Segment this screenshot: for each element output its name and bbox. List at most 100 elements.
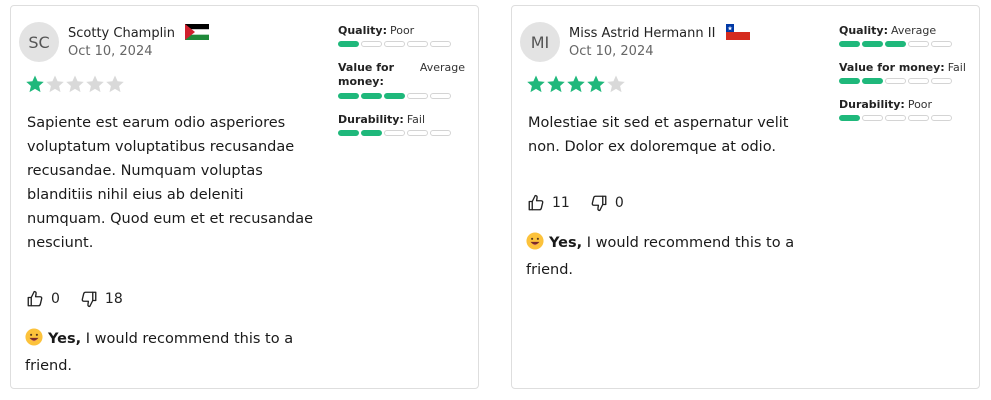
dislike-button[interactable]: 0: [590, 194, 624, 212]
star-filled-icon: [587, 75, 605, 93]
rating-segment-empty: [885, 115, 906, 121]
rating-segment-empty: [908, 41, 929, 47]
rating-value-for-money: Value for money: Average: [338, 61, 465, 99]
recommendation: Yes, I would recommend this to a friend.: [25, 327, 325, 378]
rating-quality: Quality: Poor: [338, 24, 465, 47]
rating-segment-filled: [338, 130, 359, 136]
smiling-emoji-icon: [526, 232, 544, 258]
recommendation: Yes, I would recommend this to a friend.: [526, 231, 826, 282]
rating-segment-filled: [862, 78, 883, 84]
rating-segment-empty: [361, 41, 382, 47]
attribute-ratings: Quality: Average Value for money: Fail D…: [839, 24, 966, 135]
star-filled-icon: [527, 75, 545, 93]
rating-segment-empty: [430, 130, 451, 136]
dislike-count: 18: [104, 291, 123, 307]
rating-segment-empty: [931, 41, 952, 47]
rating-segment-filled: [885, 41, 906, 47]
avatar: SC: [19, 22, 59, 62]
recommend-yes: Yes,: [549, 235, 583, 251]
rating-label: Durability:: [338, 113, 404, 126]
star-empty-icon: [86, 75, 104, 93]
review-card: SC Scotty Champlin Oct 10, 2024 Sapiente…: [10, 5, 479, 389]
rating-segment-empty: [931, 78, 952, 84]
dislike-button[interactable]: 18: [80, 290, 123, 308]
rating-segment-empty: [407, 41, 428, 47]
rating-segment-empty: [931, 115, 952, 121]
rating-segment-empty: [430, 93, 451, 99]
rating-segment-empty: [407, 93, 428, 99]
vote-bar: 0 18: [26, 290, 143, 308]
rating-bar: [338, 41, 465, 47]
avatar: MI: [520, 22, 560, 62]
like-count: 0: [51, 291, 60, 307]
thumbs-down-icon: [591, 195, 607, 212]
reviewer-name-text: Miss Astrid Hermann II: [569, 26, 716, 41]
rating-segment-filled: [338, 93, 359, 99]
rating-value: Average: [890, 24, 937, 37]
reviewer-name: Miss Astrid Hermann II: [569, 24, 750, 44]
review-date: Oct 10, 2024: [68, 44, 153, 59]
rating-segment-filled: [839, 41, 860, 47]
rating-segment-filled: [361, 130, 382, 136]
rating-segment-filled: [862, 41, 883, 47]
rating-durability: Durability: Fail: [338, 113, 465, 136]
rating-segment-filled: [839, 115, 860, 121]
star-filled-icon: [547, 75, 565, 93]
star-rating: [526, 74, 626, 94]
rating-label: Value for money:: [839, 61, 945, 74]
star-rating: [25, 74, 125, 94]
vote-bar: 11 0: [527, 194, 644, 212]
rating-segment-empty: [862, 115, 883, 121]
rating-bar: [338, 130, 465, 136]
rating-value: Fail: [406, 113, 425, 126]
review-body: Molestiae sit sed et aspernatur velit no…: [528, 115, 789, 155]
rating-segment-empty: [384, 41, 405, 47]
star-empty-icon: [106, 75, 124, 93]
rating-label: Durability:: [839, 98, 905, 111]
rating-segment-empty: [908, 78, 929, 84]
star-empty-icon: [607, 75, 625, 93]
palestine-flag-icon: [185, 24, 210, 44]
like-button[interactable]: 11: [527, 194, 570, 212]
rating-bar: [839, 41, 966, 47]
rating-segment-filled: [384, 93, 405, 99]
star-empty-icon: [66, 75, 84, 93]
rating-value: Poor: [389, 24, 415, 37]
recommend-yes: Yes,: [48, 331, 82, 347]
rating-segment-empty: [407, 130, 428, 136]
rating-bar: [839, 78, 966, 84]
attribute-ratings: Quality: Poor Value for money: Average D…: [338, 24, 465, 150]
rating-quality: Quality: Average: [839, 24, 966, 47]
rating-segment-empty: [430, 41, 451, 47]
reviewer-name: Scotty Champlin: [68, 24, 210, 44]
rating-value: Poor: [907, 98, 933, 111]
rating-bar: [338, 93, 465, 99]
thumbs-down-icon: [81, 291, 97, 308]
rating-value: Fail: [947, 61, 966, 74]
star-filled-icon: [26, 75, 44, 93]
review-body: Sapiente est earum odio asperiores volup…: [27, 115, 314, 251]
rating-label: Quality:: [839, 24, 888, 37]
review-date: Oct 10, 2024: [569, 44, 654, 59]
chile-flag-icon: [725, 24, 750, 44]
rating-segment-filled: [338, 41, 359, 47]
smiling-emoji-icon: [25, 328, 43, 354]
rating-segment-empty: [384, 130, 405, 136]
star-empty-icon: [46, 75, 64, 93]
rating-label: Quality:: [338, 24, 387, 37]
thumbs-up-icon: [528, 194, 544, 211]
rating-label: Value for money:: [338, 61, 394, 88]
rating-value-for-money: Value for money: Fail: [839, 61, 966, 84]
rating-value: Average: [419, 61, 465, 74]
star-filled-icon: [567, 75, 585, 93]
rating-segment-empty: [908, 115, 929, 121]
rating-segment-empty: [885, 78, 906, 84]
rating-segment-filled: [361, 93, 382, 99]
rating-durability: Durability: Poor: [839, 98, 966, 121]
rating-segment-filled: [839, 78, 860, 84]
review-card: MI Miss Astrid Hermann II Oct 10, 2024 M…: [511, 5, 980, 389]
dislike-count: 0: [614, 195, 624, 211]
like-button[interactable]: 0: [26, 290, 60, 308]
rating-bar: [839, 115, 966, 121]
like-count: 11: [552, 195, 570, 211]
